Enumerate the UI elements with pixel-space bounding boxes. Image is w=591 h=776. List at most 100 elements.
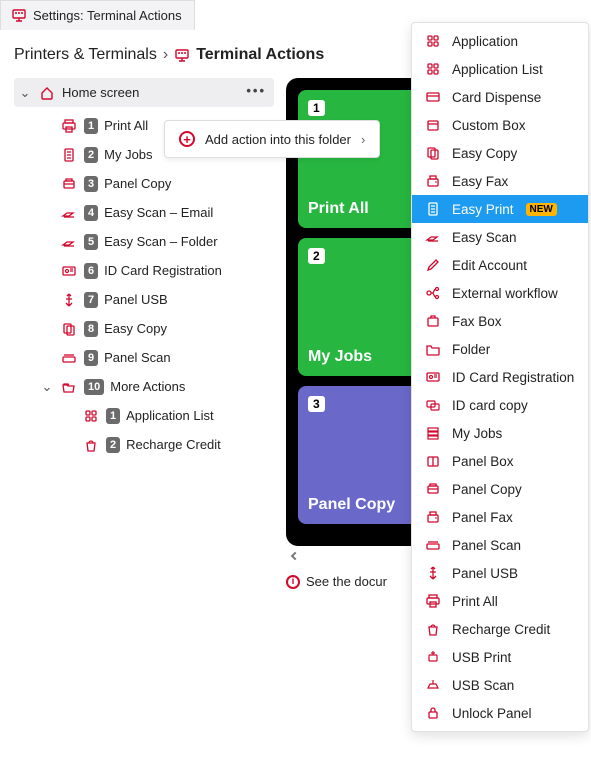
menu-item[interactable]: ID Card Registration [412,363,588,391]
tile-number: 2 [308,248,325,264]
tree-root[interactable]: ⌄ Home screen ••• [14,78,274,107]
grid-icon [424,33,442,49]
tree-item[interactable]: 9 Panel Scan [14,343,274,372]
copy-icon [424,145,442,161]
kebab-icon[interactable]: ••• [246,83,266,98]
tree-item[interactable]: 3 Panel Copy [14,169,274,198]
item-number: 8 [84,321,98,337]
menu-item[interactable]: Panel USB [412,559,588,587]
menu-item[interactable]: Panel Fax [412,503,588,531]
fax-icon [424,173,442,189]
menu-item[interactable]: Panel Scan [412,531,588,559]
chevron-down-icon[interactable]: ⌄ [40,379,54,395]
chevron-right-icon: › [361,132,365,147]
tree-item[interactable]: 8 Easy Copy [14,314,274,343]
menu-item[interactable]: Card Dispense [412,83,588,111]
scroll-left-icon[interactable] [291,552,299,560]
copy-icon [60,321,78,337]
item-label: My Jobs [104,147,152,162]
scanflat-icon [60,350,78,366]
menu-label: Unlock Panel [452,706,532,721]
tree-subitem[interactable]: 1 Application List [14,401,274,430]
menu-item[interactable]: Recharge Credit [412,615,588,643]
item-label: ID Card Registration [104,263,222,278]
menu-item[interactable]: Custom Box [412,111,588,139]
item-number: 2 [106,437,120,453]
item-label: Easy Scan – Email [104,205,213,220]
menu-item[interactable]: Easy Copy [412,139,588,167]
home-icon [38,85,56,101]
stack-icon [424,425,442,441]
printer-icon [60,118,78,134]
menu-item[interactable]: External workflow [412,279,588,307]
menu-item[interactable]: Application List [412,55,588,83]
tree-more-actions[interactable]: ⌄ 10 More Actions [14,372,274,401]
menu-label: Application List [452,62,543,77]
bag-icon [424,621,442,637]
add-action-button[interactable]: + Add action into this folder › [164,120,380,158]
breadcrumb-icon [174,47,190,63]
menu-label: My Jobs [452,426,502,441]
tree-item[interactable]: 5 Easy Scan – Folder [14,227,274,256]
menu-label: Easy Copy [452,146,517,161]
menu-item[interactable]: My Jobs [412,419,588,447]
menu-label: Easy Fax [452,174,508,189]
folder-open-icon [60,379,78,395]
menu-item[interactable]: ID card copy [412,391,588,419]
tree-subitem[interactable]: 2 Recharge Credit [14,430,274,459]
plus-circle-icon: + [179,131,195,147]
menu-item[interactable]: USB Scan [412,671,588,699]
usbscan-icon [424,677,442,693]
menu-label: Folder [452,342,490,357]
menu-item[interactable]: Folder [412,335,588,363]
scan-icon [60,205,78,221]
folder-icon [424,341,442,357]
idcard-icon [60,263,78,279]
menu-label: External workflow [452,286,558,301]
settings-tab[interactable]: Settings: Terminal Actions [0,0,195,30]
menu-item[interactable]: Panel Copy [412,475,588,503]
breadcrumb-printers[interactable]: Printers & Terminals [14,46,157,64]
flow-icon [424,285,442,301]
grid-icon [82,408,100,424]
terminal-icon [11,7,27,23]
menu-label: Panel Scan [452,538,521,553]
usb-icon [60,292,78,308]
menu-label: Panel Fax [452,510,513,525]
doc-text: See the docur [306,574,387,589]
scan-icon [424,229,442,245]
menu-item[interactable]: Edit Account [412,251,588,279]
item-number: 9 [84,350,98,366]
item-label: Recharge Credit [126,437,221,452]
menu-item[interactable]: USB Print [412,643,588,671]
menu-item[interactable]: Panel Box [412,447,588,475]
menu-item[interactable]: Fax Box [412,307,588,335]
tree-item[interactable]: 6 ID Card Registration [14,256,274,285]
idcard-icon [424,369,442,385]
menu-item[interactable]: Easy PrintNEW [412,195,588,223]
box-icon [424,117,442,133]
printer-icon [424,593,442,609]
menu-label: Easy Scan [452,230,517,245]
lock-icon [424,705,442,721]
item-label: Application List [126,408,213,423]
scan-icon [60,234,78,250]
copier-icon [424,481,442,497]
menu-item[interactable]: Easy Fax [412,167,588,195]
menu-item[interactable]: Easy Scan [412,223,588,251]
menu-item[interactable]: Unlock Panel [412,699,588,727]
chevron-down-icon[interactable]: ⌄ [18,85,32,101]
tile-label: Print All [308,200,369,218]
tree-item[interactable]: 7 Panel USB [14,285,274,314]
menu-item[interactable]: Print All [412,587,588,615]
menu-label: Panel Box [452,454,514,469]
menu-label: Application [452,34,518,49]
menu-label: Edit Account [452,258,527,273]
more-label: More Actions [110,379,185,394]
item-number: 1 [106,408,120,424]
tree-item[interactable]: 4 Easy Scan – Email [14,198,274,227]
menu-label: USB Print [452,650,511,665]
item-number: 5 [84,234,98,250]
tile-label: My Jobs [308,348,372,366]
menu-item[interactable]: Application [412,27,588,55]
